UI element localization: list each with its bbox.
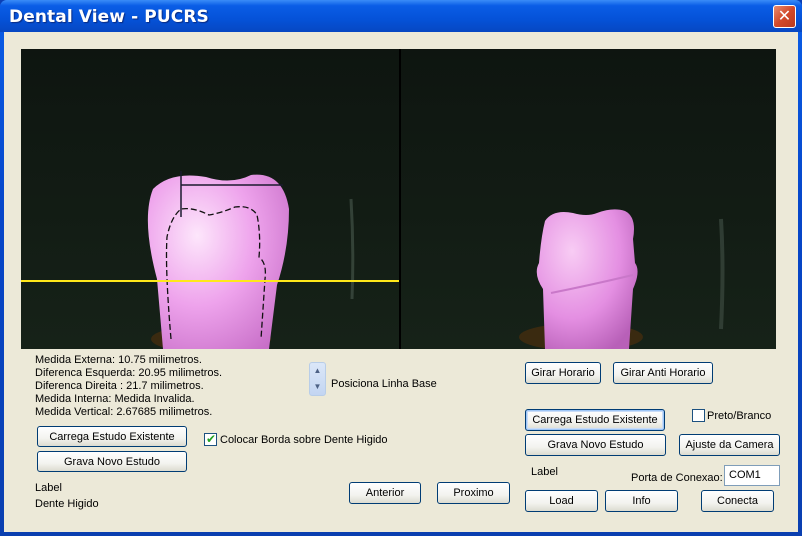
chevron-down-icon[interactable]: ▼ (310, 379, 325, 395)
grava-estudo-button-left[interactable]: Grava Novo Estudo (37, 451, 187, 472)
tooth-images (21, 49, 776, 349)
chevron-up-icon[interactable]: ▲ (310, 363, 325, 379)
client-area: Medida Externa: 10.75 milimetros. Difere… (4, 32, 798, 532)
info-button[interactable]: Info (605, 490, 678, 512)
window-title: Dental View - PUCRS (9, 7, 209, 27)
app-window: Dental View - PUCRS ✕ Medida Externa: 10… (0, 0, 802, 536)
status-value: Dente Higido (35, 498, 99, 510)
carrega-estudo-button-right[interactable]: Carrega Estudo Existente (525, 409, 665, 431)
ajuste-camera-button[interactable]: Ajuste da Camera (679, 434, 780, 456)
title-bar[interactable]: Dental View - PUCRS ✕ (0, 0, 802, 32)
proximo-button[interactable]: Proximo (437, 482, 510, 504)
load-button[interactable]: Load (525, 490, 598, 512)
conecta-button[interactable]: Conecta (701, 490, 774, 512)
close-button[interactable]: ✕ (773, 5, 796, 28)
carrega-estudo-button-left[interactable]: Carrega Estudo Existente (37, 426, 187, 447)
right-tooth (536, 209, 638, 349)
porta-input[interactable]: COM1 (724, 465, 780, 486)
medida-externa: Medida Externa: 10.75 milimetros. (35, 354, 202, 366)
borda-checkbox-label: Colocar Borda sobre Dente Higido (220, 434, 388, 446)
diferenca-esquerda: Diferenca Esquerda: 20.95 milimetros. (35, 367, 223, 379)
preto-branco-checkbox[interactable] (692, 409, 705, 422)
spinner-label: Posiciona Linha Base (331, 378, 437, 390)
anterior-button[interactable]: Anterior (349, 482, 421, 504)
borda-checkbox[interactable]: ✔ (204, 432, 217, 446)
close-icon: ✕ (777, 6, 792, 25)
baseline-spinner[interactable]: ▲ ▼ (309, 362, 326, 396)
diferenca-direita: Diferenca Direita : 21.7 milimetros. (35, 380, 204, 392)
girar-anti-horario-button[interactable]: Girar Anti Horario (613, 362, 713, 384)
porta-label: Porta de Conexao: (631, 472, 723, 484)
medida-vertical: Medida Vertical: 2.67685 milimetros. (35, 406, 213, 418)
checkmark-icon: ✔ (206, 432, 217, 446)
right-label: Label (531, 466, 558, 478)
left-tooth (147, 174, 289, 349)
camera-view (21, 49, 776, 349)
grava-estudo-button-right[interactable]: Grava Novo Estudo (525, 434, 666, 456)
left-artifact (349, 198, 355, 300)
status-label: Label (35, 482, 62, 494)
right-artifact (719, 218, 725, 330)
medida-interna: Medida Interna: Medida Invalida. (35, 393, 195, 405)
girar-horario-button[interactable]: Girar Horario (525, 362, 601, 384)
preto-branco-label: Preto/Branco (707, 410, 772, 422)
